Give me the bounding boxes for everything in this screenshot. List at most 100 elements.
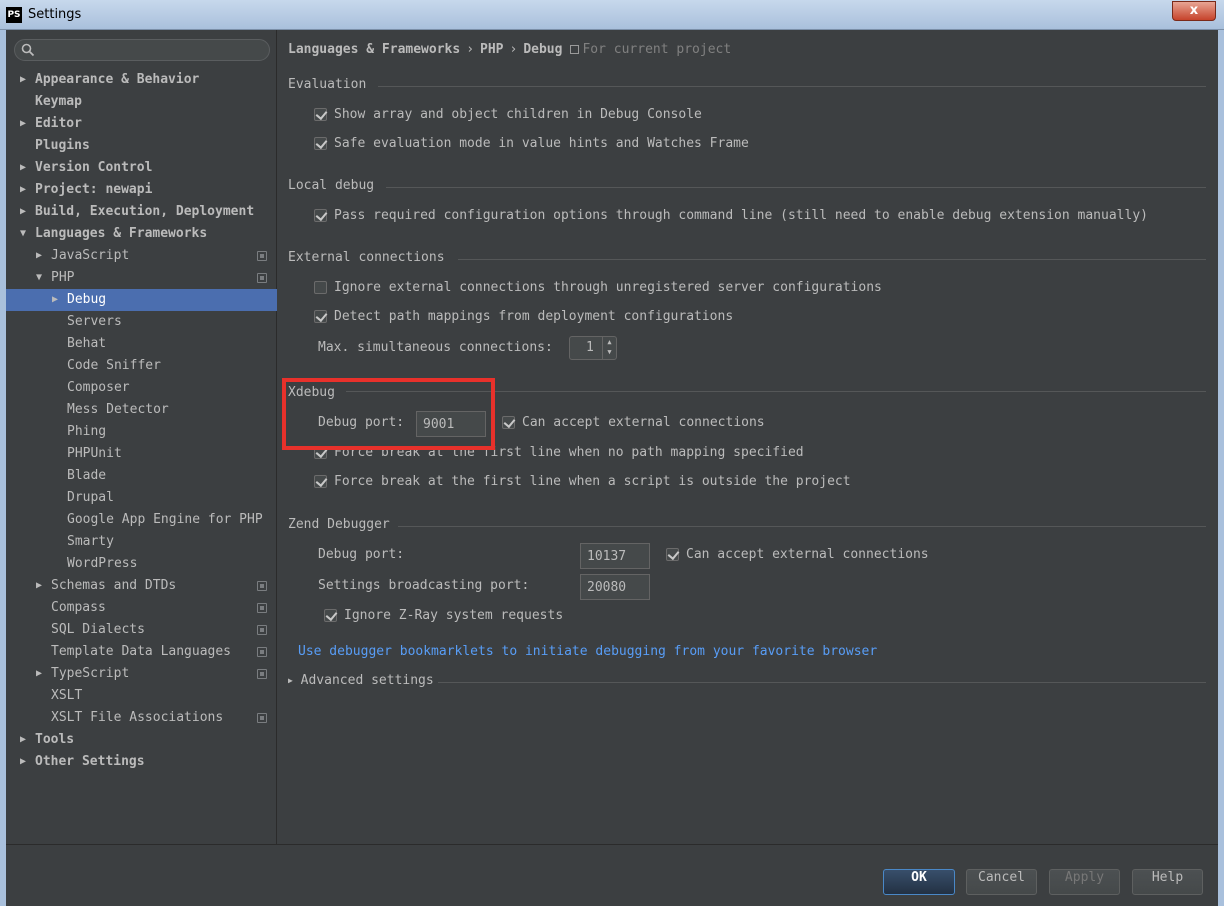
sidebar-item-label: XSLT File Associations [51, 710, 224, 725]
window-close-button[interactable]: x [1172, 1, 1216, 21]
label-xdebug-accept-external: Can accept external connections [522, 415, 765, 430]
apply-button[interactable]: Apply [1049, 869, 1120, 895]
sidebar-item-schemas-and-dtds[interactable]: ▶ Schemas and DTDs [6, 575, 277, 597]
collapsed-arrow-icon[interactable]: ▶ [20, 69, 32, 91]
sidebar-item-label: Smarty [67, 534, 114, 549]
sidebar-item-label: Debug [67, 292, 107, 307]
sidebar-item-languages-frameworks[interactable]: ▼ Languages & Frameworks [6, 223, 277, 245]
checkbox-safe-eval[interactable] [314, 137, 327, 150]
label-pass-config: Pass required configuration options thro… [334, 208, 1148, 223]
sidebar-item-xslt-file-associations[interactable]: XSLT File Associations [6, 707, 277, 729]
breadcrumb-scope: For current project [582, 42, 732, 57]
cancel-button[interactable]: Cancel [966, 869, 1037, 895]
sidebar-item-drupal[interactable]: Drupal [6, 487, 277, 509]
sidebar-item-label: Tools [35, 732, 75, 747]
expanded-arrow-icon[interactable]: ▼ [20, 223, 32, 245]
breadcrumb-separator: › [466, 42, 475, 57]
sidebar-item-version-control[interactable]: ▶ Version Control [6, 157, 277, 179]
sidebar-item-label: Mess Detector [67, 402, 169, 417]
sidebar-item-blade[interactable]: Blade [6, 465, 277, 487]
bookmarklets-link[interactable]: Use debugger bookmarklets to initiate de… [298, 644, 877, 659]
sidebar-item-label: Other Settings [35, 754, 145, 769]
sidebar-item-label: JavaScript [51, 248, 130, 263]
sidebar-item-phing[interactable]: Phing [6, 421, 277, 443]
checkbox-xdebug-accept-external[interactable] [502, 416, 515, 429]
sidebar-item-editor[interactable]: ▶ Editor [6, 113, 277, 135]
search-input[interactable] [39, 42, 264, 58]
advanced-settings-toggle[interactable]: ▶ Advanced settings [288, 673, 434, 688]
sidebar-item-tools[interactable]: ▶ Tools [6, 729, 277, 751]
sidebar-item-mess-detector[interactable]: Mess Detector [6, 399, 277, 421]
sidebar-item-label: Plugins [35, 138, 90, 153]
collapsed-arrow-icon[interactable]: ▶ [36, 663, 48, 685]
sidebar-item-keymap[interactable]: Keymap [6, 91, 277, 113]
sidebar-item-label: Servers [67, 314, 122, 329]
collapsed-arrow-icon[interactable]: ▶ [20, 729, 32, 751]
project-level-icon [257, 625, 267, 635]
section-divider [458, 259, 1206, 260]
project-level-icon [257, 669, 267, 679]
sidebar-item-wordpress[interactable]: WordPress [6, 553, 277, 575]
max-connections-spinner[interactable]: 1 ▲ ▼ [569, 336, 617, 360]
checkbox-detect-mappings[interactable] [314, 310, 327, 323]
sidebar-item-php[interactable]: ▼ PHP [6, 267, 277, 289]
sidebar-item-google-app-engine-for-php[interactable]: Google App Engine for PHP [6, 509, 277, 531]
sidebar-item-label: XSLT [51, 688, 83, 703]
collapsed-arrow-icon[interactable]: ▶ [20, 179, 32, 201]
checkbox-zend-accept-external[interactable] [666, 548, 679, 561]
checkbox-show-array[interactable] [314, 108, 327, 121]
sidebar-item-plugins[interactable]: Plugins [6, 135, 277, 157]
settings-sidebar: ▶ Appearance & Behavior Keymap ▶ Editor Plugi… [6, 30, 277, 844]
help-button[interactable]: Help [1132, 869, 1203, 895]
sidebar-item-compass[interactable]: Compass [6, 597, 277, 619]
expanded-arrow-icon[interactable]: ▼ [36, 267, 48, 289]
collapsed-arrow-icon[interactable]: ▶ [36, 575, 48, 597]
sidebar-item-behat[interactable]: Behat [6, 333, 277, 355]
project-level-icon [257, 603, 267, 613]
sidebar-item-label: TypeScript [51, 666, 130, 681]
section-divider [378, 86, 1206, 87]
section-title-external: External connections [288, 250, 445, 265]
collapsed-arrow-icon[interactable]: ▶ [36, 245, 48, 267]
section-divider [386, 187, 1206, 188]
sidebar-item-composer[interactable]: Composer [6, 377, 277, 399]
sidebar-item-smarty[interactable]: Smarty [6, 531, 277, 553]
label-detect-mappings: Detect path mappings from deployment con… [334, 309, 734, 324]
collapsed-arrow-icon[interactable]: ▶ [20, 201, 32, 223]
checkbox-pass-config[interactable] [314, 209, 327, 222]
collapsed-arrow-icon[interactable]: ▶ [52, 289, 64, 311]
sidebar-item-servers[interactable]: Servers [6, 311, 277, 333]
checkbox-ignore-zray[interactable] [324, 609, 337, 622]
spinner-arrows-icon[interactable]: ▲ ▼ [602, 337, 616, 359]
sidebar-item-javascript[interactable]: ▶ JavaScript [6, 245, 277, 267]
project-level-icon [257, 581, 267, 591]
sidebar-item-label: Appearance & Behavior [35, 72, 200, 87]
sidebar-item-project-newapi[interactable]: ▶ Project: newapi [6, 179, 277, 201]
sidebar-item-xslt[interactable]: XSLT [6, 685, 277, 707]
window-title: Settings [28, 7, 82, 22]
collapsed-arrow-icon[interactable]: ▶ [20, 157, 32, 179]
sidebar-item-phpunit[interactable]: PHPUnit [6, 443, 277, 465]
sidebar-item-appearance-behavior[interactable]: ▶ Appearance & Behavior [6, 69, 277, 91]
checkbox-force-break-outside[interactable] [314, 475, 327, 488]
ok-button[interactable]: OK [883, 869, 955, 895]
collapsed-arrow-icon[interactable]: ▶ [20, 113, 32, 135]
sidebar-item-label: Drupal [67, 490, 114, 505]
sidebar-item-other-settings[interactable]: ▶ Other Settings [6, 751, 277, 773]
sidebar-item-label: Phing [67, 424, 107, 439]
settings-search-box[interactable] [14, 39, 270, 61]
sidebar-item-code-sniffer[interactable]: Code Sniffer [6, 355, 277, 377]
sidebar-item-build-execution-deployment[interactable]: ▶ Build, Execution, Deployment [6, 201, 277, 223]
sidebar-item-typescript[interactable]: ▶ TypeScript [6, 663, 277, 685]
checkbox-ignore-unregistered[interactable] [314, 281, 327, 294]
label-zend-accept-external: Can accept external connections [686, 547, 929, 562]
sidebar-item-sql-dialects[interactable]: SQL Dialects [6, 619, 277, 641]
broadcast-port-input[interactable] [580, 574, 650, 600]
red-highlight-annotation [282, 378, 495, 450]
collapsed-arrow-icon[interactable]: ▶ [20, 751, 32, 773]
label-broadcast-port: Settings broadcasting port: [318, 578, 530, 593]
sidebar-item-debug[interactable]: ▶ Debug [6, 289, 277, 311]
sidebar-item-template-data-languages[interactable]: Template Data Languages [6, 641, 277, 663]
zend-port-input[interactable] [580, 543, 650, 569]
project-level-icon [257, 713, 267, 723]
